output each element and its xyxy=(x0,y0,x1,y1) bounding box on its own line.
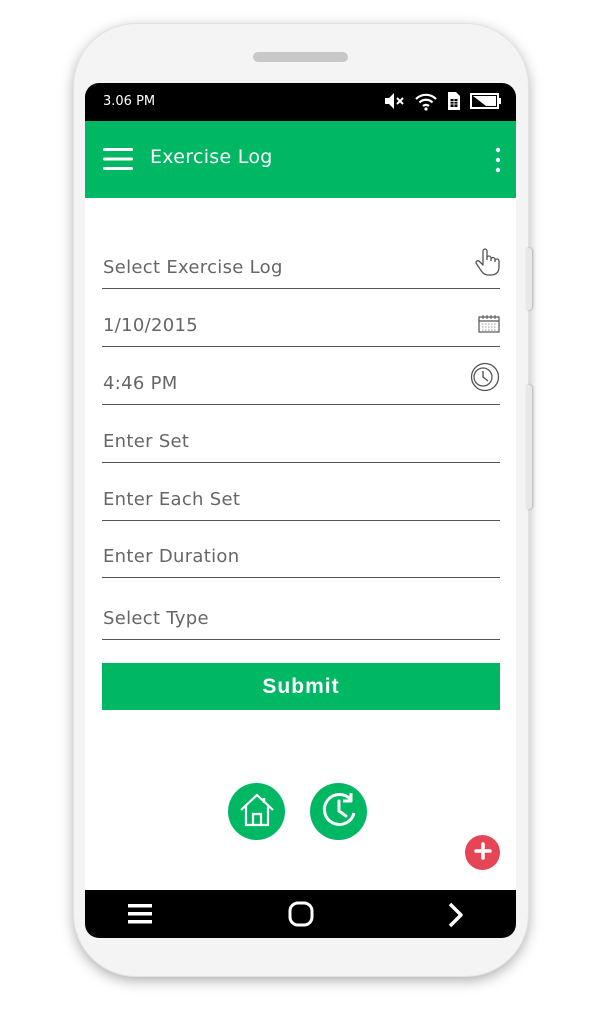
history-icon xyxy=(318,789,360,835)
time-field[interactable]: 4:46 PM xyxy=(102,362,500,405)
recent-apps-icon[interactable] xyxy=(128,903,152,929)
select-exercise-log-field[interactable]: Select Exercise Log xyxy=(102,248,500,289)
date-field[interactable]: 1/10/2015 xyxy=(102,307,500,347)
add-fab[interactable] xyxy=(465,835,500,870)
type-select[interactable]: Select Type xyxy=(102,600,500,640)
power-button xyxy=(526,385,532,509)
status-time: 3.06 PM xyxy=(103,94,156,109)
add-icon xyxy=(473,841,493,865)
set-input[interactable]: Enter Set xyxy=(102,423,500,463)
select-exercise-log-text: Select Exercise Log xyxy=(103,257,283,278)
back-icon[interactable] xyxy=(447,902,463,932)
each-set-placeholder: Enter Each Set xyxy=(103,489,241,510)
time-value: 4:46 PM xyxy=(103,373,178,394)
history-button[interactable] xyxy=(310,783,367,840)
screen: 3.06 PM Exercise Log Select Exercise Log… xyxy=(85,83,516,938)
app-bar: Exercise Log xyxy=(85,121,516,198)
submit-button[interactable]: Submit xyxy=(102,663,500,710)
sim-icon xyxy=(447,91,461,115)
clock-icon[interactable] xyxy=(470,362,500,396)
status-icons xyxy=(383,91,502,115)
each-set-input[interactable]: Enter Each Set xyxy=(102,481,500,521)
duration-placeholder: Enter Duration xyxy=(103,546,240,567)
home-icon xyxy=(237,790,277,834)
touch-pointer-icon xyxy=(474,248,500,280)
wifi-icon xyxy=(414,91,438,115)
status-bar: 3.06 PM xyxy=(85,83,516,121)
battery-icon xyxy=(470,92,502,114)
more-vert-icon[interactable] xyxy=(494,147,502,173)
hamburger-menu-icon[interactable] xyxy=(103,147,133,171)
set-placeholder: Enter Set xyxy=(103,431,190,452)
mute-icon xyxy=(383,91,405,115)
home-button-icon[interactable] xyxy=(288,901,314,931)
home-button[interactable] xyxy=(228,783,285,840)
volume-button xyxy=(526,248,532,310)
system-nav-bar xyxy=(85,890,516,938)
page-title: Exercise Log xyxy=(150,146,273,168)
calendar-icon[interactable] xyxy=(478,314,500,338)
duration-input[interactable]: Enter Duration xyxy=(102,538,500,578)
date-value: 1/10/2015 xyxy=(103,315,198,336)
type-placeholder: Select Type xyxy=(103,608,209,629)
speaker-grille xyxy=(253,52,348,62)
